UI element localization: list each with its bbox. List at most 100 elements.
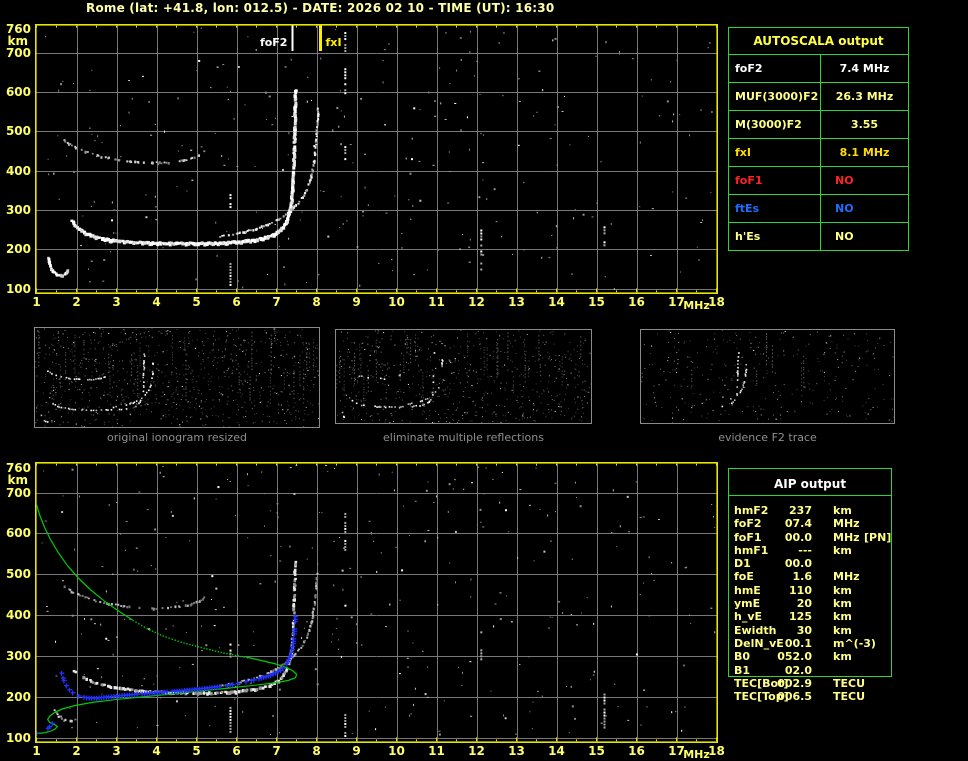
autoscala-value-MUF3000F2: 26.3 MHz bbox=[820, 82, 909, 111]
x-axis-tick-label: 15 bbox=[588, 295, 605, 309]
aip-param-unit: MHz bbox=[833, 530, 860, 544]
autoscala-label-M3000F2: M(3000)F2 bbox=[728, 110, 821, 139]
table-row: foF1 NO bbox=[728, 166, 909, 195]
aip-param-unit: km bbox=[833, 650, 852, 664]
aip-param-value: 006.5 bbox=[777, 690, 812, 704]
x-axis-tick-label: 2 bbox=[72, 295, 81, 309]
y-axis-tick-label: 300 bbox=[5, 648, 31, 663]
table-row: D1 00.0 bbox=[728, 557, 892, 570]
autoscala-label-ftEs: ftEs bbox=[728, 194, 821, 223]
aip-param-unit: TECU bbox=[833, 690, 866, 704]
aip-param-unit: MHz bbox=[833, 570, 860, 584]
y-axis-tick-label: 300 bbox=[5, 202, 31, 217]
x-axis-tick-label: 6 bbox=[232, 295, 241, 309]
table-row: M(3000)F2 3.55 bbox=[728, 110, 909, 139]
aip-param-value: 002.9 bbox=[777, 676, 812, 690]
y-axis-tick-label: 600 bbox=[5, 526, 31, 541]
x-axis-tick-label: 9 bbox=[352, 295, 361, 309]
y-axis-tick-label: 200 bbox=[5, 242, 31, 257]
aip-param-value: 00.1 bbox=[784, 636, 812, 650]
autoscala-label-hpEs: h'Es bbox=[728, 222, 821, 251]
aip-param-unit: TECU bbox=[833, 676, 866, 690]
thumbnail-multiple-reflections-removed bbox=[335, 329, 592, 424]
aip-param-value: 30 bbox=[796, 623, 812, 637]
autoscala-label-foF1: foF1 bbox=[728, 166, 821, 195]
aip-param-unit: km bbox=[833, 504, 852, 517]
table-row: hmF1 --- km bbox=[728, 544, 892, 557]
x-axis-tick-label: 5 bbox=[192, 295, 201, 309]
table-row: foE 1.6 MHz bbox=[728, 570, 892, 583]
table-row: B0 052.0 km bbox=[728, 650, 892, 663]
x-axis-tick-label: 16 bbox=[628, 744, 645, 758]
autoscala-output-table: AUTOSCALA output foF2 7.4 MHz MUF(3000)F… bbox=[728, 27, 909, 251]
table-row: foF1 00.0 MHz [PN] bbox=[728, 531, 892, 544]
x-axis-tick-label: 1 bbox=[32, 295, 41, 309]
aip-param-unit: MHz bbox=[833, 517, 860, 531]
x-axis-tick-label: 8 bbox=[312, 295, 321, 309]
x-axis-tick-label: 2 bbox=[72, 744, 81, 758]
y-axis-tick-label: 100 bbox=[5, 281, 31, 296]
x-axis-unit-label: MHz bbox=[683, 299, 710, 312]
aip-param-value: 125 bbox=[789, 610, 812, 624]
y-axis-tick-label: 400 bbox=[5, 163, 31, 178]
x-axis-tick-label: 12 bbox=[468, 744, 485, 758]
aip-param-value: 052.0 bbox=[777, 650, 812, 664]
aip-param-unit: km bbox=[833, 583, 852, 597]
table-row: DelN_vE 00.1 m^(-3) bbox=[728, 637, 892, 650]
x-axis-tick-label: 13 bbox=[508, 744, 525, 758]
autoscala-table-title: AUTOSCALA output bbox=[728, 27, 909, 55]
y-axis-tick-label: 100 bbox=[5, 730, 31, 745]
aip-param-value: 00.0 bbox=[784, 530, 812, 544]
y-axis-tick-label: 700 bbox=[5, 485, 31, 500]
y-axis-tick-label: 200 bbox=[5, 689, 31, 704]
bottom-ionogram-canvas bbox=[35, 462, 718, 743]
x-axis-tick-label: 6 bbox=[232, 744, 241, 758]
aip-param-unit: m^(-3) bbox=[833, 636, 876, 650]
x-axis-tick-label: 10 bbox=[388, 295, 405, 309]
table-row: foF2 7.4 MHz bbox=[728, 54, 909, 83]
aip-param-unit: km bbox=[833, 623, 852, 637]
autoscala-value-M3000F2: 3.55 bbox=[820, 110, 909, 139]
x-axis-tick-label: 9 bbox=[352, 744, 361, 758]
aip-param-unit: km bbox=[833, 610, 852, 624]
x-axis-tick-label: 3 bbox=[112, 295, 121, 309]
autoscala-table-header-row: AUTOSCALA output bbox=[728, 27, 909, 55]
x-axis-tick-label: 7 bbox=[272, 295, 281, 309]
autoscala-label-fxI: fxI bbox=[728, 138, 821, 167]
x-axis-tick-label: 10 bbox=[388, 744, 405, 758]
autoscala-value-foF2: 7.4 MHz bbox=[820, 54, 909, 83]
x-axis-tick-label: 13 bbox=[508, 295, 525, 309]
table-row: TEC[Top] 006.5 TECU bbox=[728, 690, 892, 703]
x-axis-tick-label: 11 bbox=[428, 295, 445, 309]
x-axis-tick-label: 14 bbox=[548, 295, 565, 309]
autoscala-output-screen: { "title": "Rome (lat: +41.8, lon: 012.5… bbox=[0, 0, 968, 761]
aip-param-unit: km bbox=[833, 597, 852, 611]
y-axis-tick-label: 600 bbox=[5, 84, 31, 99]
x-axis-tick-label: 3 bbox=[112, 744, 121, 758]
thumbnail-f2-trace-evidence bbox=[640, 329, 895, 424]
table-row: hmF2 237 km bbox=[728, 504, 892, 517]
autoscala-value-ftEs: NO bbox=[820, 194, 909, 223]
autoscala-value-fxI: 8.1 MHz bbox=[820, 138, 909, 167]
aip-param-value: 1.6 bbox=[792, 570, 813, 584]
autoscala-label-foF2: foF2 bbox=[728, 54, 821, 83]
table-row: h'Es NO bbox=[728, 222, 909, 251]
x-axis-tick-label: 15 bbox=[588, 744, 605, 758]
autoscala-value-hpEs: NO bbox=[820, 222, 909, 251]
aip-box-title: AIP output bbox=[773, 477, 847, 491]
x-axis-tick-label: 16 bbox=[628, 295, 645, 309]
aip-param-value: 07.4 bbox=[784, 517, 812, 531]
thumbnail-caption-2: eliminate multiple reflections bbox=[383, 431, 544, 444]
table-row: fxI 8.1 MHz bbox=[728, 138, 909, 167]
aip-param-value: 237 bbox=[789, 504, 812, 517]
table-row: ymE 20 km bbox=[728, 597, 892, 610]
aip-header-separator bbox=[729, 495, 891, 496]
top-ionogram-canvas bbox=[35, 24, 718, 294]
x-axis-tick-label: 11 bbox=[428, 744, 445, 758]
table-row: B1 02.0 bbox=[728, 664, 892, 677]
aip-output-rows: hmF2 237 km foF2 07.4 MHz foF1 00.0 MHz … bbox=[728, 504, 892, 703]
thumbnail-original-ionogram bbox=[34, 327, 320, 428]
x-axis-tick-label: 5 bbox=[192, 744, 201, 758]
page-title: Rome (lat: +41.8, lon: 012.5) - DATE: 20… bbox=[86, 1, 555, 15]
table-row: ftEs NO bbox=[728, 194, 909, 223]
